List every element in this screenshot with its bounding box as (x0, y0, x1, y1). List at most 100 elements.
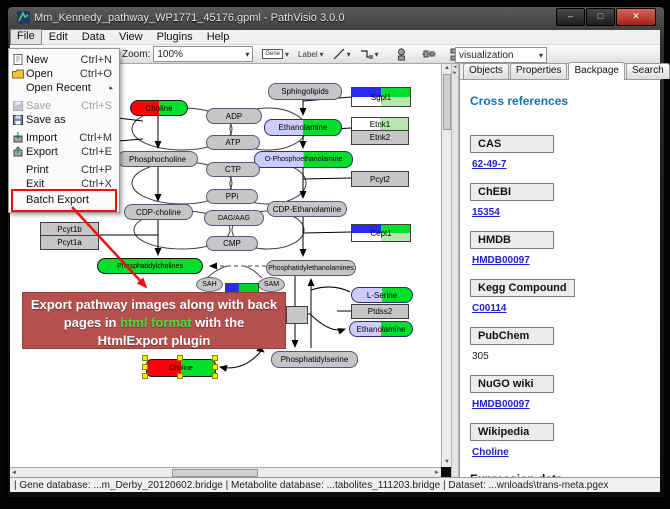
chevron-down-icon: ▾ (539, 49, 543, 62)
selection-handle[interactable] (212, 364, 218, 370)
xref-link[interactable]: C00114 (472, 303, 661, 314)
node-ctp[interactable]: CTP (206, 162, 260, 177)
scroll-up-icon[interactable]: ▲ (444, 64, 450, 73)
visualization-combobox[interactable]: visualization ▾ (455, 47, 547, 63)
node-cdp-choline[interactable]: CDP-choline (124, 204, 193, 220)
node-unlabeled-gene[interactable] (286, 306, 308, 324)
annotation-line3: HtmlExport plugin (23, 332, 285, 350)
menu-bar: File Edit Data View Plugins Help (10, 30, 660, 45)
node-phosphatidylethanolamines[interactable]: Phosphatidylethanolamines (266, 260, 356, 276)
minimize-button[interactable]: – (556, 8, 585, 26)
selected-node-wrapper: Choline (146, 359, 214, 375)
node-adp[interactable]: ADP (206, 108, 262, 124)
menu-item-open[interactable]: Open Ctrl+O (10, 67, 116, 80)
window-title: Mm_Kennedy_pathway_WP1771_45176.gpml - P… (34, 12, 344, 24)
menu-item-save[interactable]: Save Ctrl+S (10, 99, 116, 112)
node-phosphatidylserine[interactable]: Phosphatidylserine (271, 351, 358, 368)
zoom-label: Zoom: (122, 49, 150, 60)
node-pcyt1a[interactable]: Pcyt1a (40, 235, 99, 250)
canvas-horizontal-scrollbar[interactable]: ◄ ► (10, 467, 441, 477)
selection-handle[interactable] (142, 364, 148, 370)
node-sphingolipids[interactable]: Sphingolipids (268, 83, 342, 100)
selection-handle[interactable] (212, 373, 218, 379)
canvas-vertical-scrollbar[interactable]: ▲ ▼ (441, 64, 451, 467)
menu-plugins[interactable]: Plugins (150, 30, 200, 44)
status-bar: | Gene database: ...m_Derby_20120602.bri… (10, 477, 660, 492)
collapse-right-icon[interactable]: ► (453, 70, 458, 76)
xref-section-pubchem: PubChem 305 (470, 326, 661, 362)
add-datanode-tool[interactable]: Gene ▾ (262, 49, 289, 59)
xref-link[interactable]: Choline (472, 447, 661, 458)
horizontal-scroll-thumb[interactable] (172, 469, 258, 477)
menu-item-import[interactable]: Import Ctrl+M (10, 131, 116, 144)
panel-splitter[interactable]: ◄ ► (451, 64, 459, 477)
node-choline[interactable]: Choline (130, 100, 188, 116)
node-ptdss2[interactable]: Ptdss2 (351, 304, 409, 319)
selection-handle[interactable] (177, 355, 183, 361)
selection-handle[interactable] (142, 373, 148, 379)
file-menu-popup: New Ctrl+N Open Ctrl+O Open Recent ▸ Sav… (8, 48, 120, 213)
menu-item-save-as[interactable]: Save as (10, 113, 116, 126)
menu-data[interactable]: Data (75, 30, 112, 44)
node-o-phosphoethanolamine[interactable]: O-Phosphoethanolamine (254, 151, 353, 168)
menu-edit[interactable]: Edit (42, 30, 75, 44)
screenshot-root: Mm_Kennedy_pathway_WP1771_45176.gpml - P… (0, 0, 670, 509)
xref-section-nugo: NuGO wiki HMDB00097 (470, 374, 661, 410)
node-ethanolamine[interactable]: Ethanolamine (264, 119, 342, 136)
selection-handle[interactable] (212, 355, 218, 361)
selection-handle[interactable] (177, 373, 183, 379)
side-panel-tabs: Objects Properties Backpage Search Legen… (460, 64, 661, 80)
xref-link[interactable]: HMDB00097 (472, 399, 661, 410)
tab-properties[interactable]: Properties (510, 63, 568, 79)
menu-item-label: Save as (26, 114, 116, 126)
node-sam[interactable]: SAM (258, 277, 285, 292)
scroll-down-icon[interactable]: ▼ (444, 458, 450, 467)
tab-objects[interactable]: Objects (463, 63, 509, 79)
menu-file[interactable]: File (10, 29, 42, 45)
close-button[interactable]: ✕ (616, 8, 656, 26)
node-cept1[interactable]: Cept1 (351, 224, 411, 242)
node-cmp[interactable]: CMP (206, 236, 258, 251)
node-cdp-ethanolamine[interactable]: CDP-Ethanolamine (267, 201, 347, 217)
align-center-vertical-button[interactable] (422, 48, 436, 60)
elbow-endpoint (369, 55, 373, 59)
xref-link[interactable]: HMDB00097 (472, 255, 661, 266)
menu-item-export[interactable]: Export Ctrl+E (10, 145, 116, 158)
xref-link[interactable]: 15354 (472, 207, 661, 218)
tab-search[interactable]: Search (626, 63, 670, 79)
node-phosphatidylcholines[interactable]: Phosphatidylcholines (97, 258, 203, 274)
align-center-horizontal-icon (395, 48, 408, 61)
node-etnk2[interactable]: Etnk2 (351, 130, 409, 145)
align-center-vertical-icon (422, 48, 436, 60)
node-dag-aag[interactable]: DAG/AAG (204, 210, 264, 226)
node-atp[interactable]: ATP (206, 135, 260, 150)
add-label-tool[interactable]: Label ▾ (298, 50, 324, 59)
selection-handle[interactable] (142, 355, 148, 361)
node-sgpl1[interactable]: Sgpl1 (351, 87, 411, 107)
align-center-horizontal-button[interactable] (395, 48, 408, 61)
draw-connector-tool[interactable]: ▾ (360, 48, 379, 60)
maximize-button[interactable]: □ (586, 8, 615, 26)
node-ppi[interactable]: PPi (206, 189, 258, 204)
menu-item-print[interactable]: Print Ctrl+P (10, 163, 116, 176)
tab-backpage[interactable]: Backpage (568, 62, 624, 80)
menu-item-open-recent[interactable]: Open Recent ▸ (10, 81, 116, 94)
node-sah[interactable]: SAH (196, 277, 223, 292)
shape2 (398, 56, 404, 60)
node-l-serine[interactable]: L-Serine (351, 287, 413, 303)
menu-item-new[interactable]: New Ctrl+N (10, 53, 116, 66)
menu-item-shortcut: Ctrl+S (81, 100, 112, 112)
node-phosphocholine[interactable]: Phosphocholine (117, 151, 198, 167)
xref-link[interactable]: 62-49-7 (472, 159, 661, 170)
menu-help[interactable]: Help (200, 30, 237, 44)
draw-line-tool[interactable]: ▾ (333, 48, 351, 60)
xref-title: PubChem (470, 327, 554, 345)
node-ethanolamine-2[interactable]: Ethanolamine (349, 321, 413, 337)
menu-view[interactable]: View (112, 30, 150, 44)
node-pcyt2[interactable]: Pcyt2 (351, 171, 409, 187)
zoom-combobox[interactable]: 100% ▾ (153, 46, 253, 62)
xref-title: ChEBI (470, 183, 554, 201)
menu-item-label: Exit (26, 178, 81, 190)
xref-section-hmdb: HMDB HMDB00097 (470, 230, 661, 266)
vertical-scroll-thumb[interactable] (443, 74, 451, 130)
